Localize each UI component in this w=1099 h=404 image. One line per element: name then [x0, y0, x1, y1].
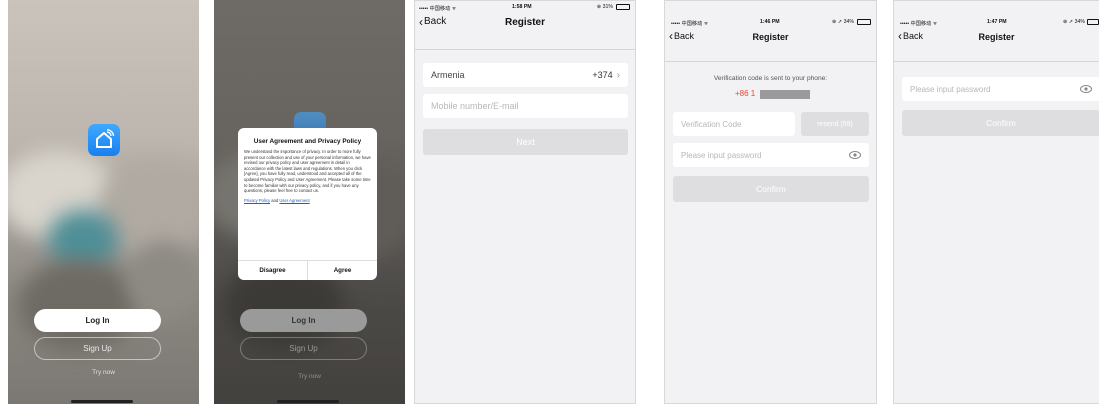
register-password-screen: ••••• 中国移动 ᯤ 1:47 PM ⊕ ➚ 34% ‹ Back Regi… [893, 0, 1099, 404]
clock-label: 1:58 PM [512, 4, 532, 10]
code-placeholder: Verification Code [681, 119, 742, 129]
clock-label: 1:46 PM [760, 19, 780, 25]
login-button: Log In [240, 309, 367, 332]
resend-button[interactable]: resend (59) [801, 112, 869, 136]
battery-icon [857, 19, 871, 25]
account-placeholder: Mobile number/E-mail [431, 101, 519, 111]
country-code: +374 [592, 70, 613, 80]
country-selector[interactable]: Armenia +374 › [423, 63, 628, 87]
status-bar: ••••• 中国移动 ᯤ 1:46 PM ⊕ ➚ 34% [665, 16, 876, 28]
next-button[interactable]: Next [423, 129, 628, 155]
chevron-right-icon: › [616, 69, 620, 81]
confirm-button[interactable]: Confirm [673, 176, 869, 202]
password-input[interactable]: Please input password [673, 143, 869, 167]
clock-label: 1:47 PM [987, 19, 1007, 25]
eye-icon[interactable] [849, 151, 861, 159]
country-name: Armenia [431, 70, 465, 80]
verification-code-input[interactable]: Verification Code [673, 112, 795, 136]
phone-prefix: +86 1 [735, 89, 756, 98]
dialog-body: We understand the importance of privacy.… [244, 149, 371, 194]
privacy-policy-link[interactable]: Privacy Policy [244, 198, 270, 203]
nav-bar: ‹ Back Register [665, 29, 876, 65]
and-text: and [271, 197, 279, 203]
user-agreement-link[interactable]: User Agreement [279, 198, 309, 203]
password-placeholder: Please input password [681, 150, 762, 160]
privacy-dialog: User Agreement and Privacy Policy We und… [238, 128, 377, 280]
battery-label: ⊕ ➚ 34% [1063, 19, 1085, 25]
signup-button[interactable]: Sign Up [34, 337, 161, 360]
register-code-screen: ••••• 中国移动 ᯤ 1:46 PM ⊕ ➚ 34% ‹ Back Regi… [664, 0, 877, 404]
battery-label: ⊕ 31% [596, 4, 613, 10]
password-input[interactable]: Please input password [902, 77, 1099, 101]
login-button[interactable]: Log In [34, 309, 161, 332]
carrier-label: ••••• 中国移动 ᯤ [900, 21, 938, 27]
carrier-label: ••••• 中国移动 ᯤ [419, 6, 457, 12]
disagree-button[interactable]: Disagree [238, 261, 308, 280]
status-bar: ••••• 中国移动 ᯤ 1:47 PM ⊕ ➚ 34% [894, 16, 1099, 28]
agree-button[interactable]: Agree [308, 261, 377, 280]
confirm-button[interactable]: Confirm [902, 110, 1099, 136]
page-title: Register [978, 32, 1015, 42]
redacted-phone [760, 90, 810, 99]
splash-screen: Log In Sign Up Try now [8, 0, 199, 404]
dialog-links: Privacy Policy and User Agreement [238, 194, 377, 203]
battery-icon [1087, 19, 1099, 25]
account-input[interactable]: Mobile number/E-mail [423, 94, 628, 118]
privacy-dialog-screen: Log In Sign Up Try now User Agreement an… [214, 0, 405, 404]
register-phone-screen: ••••• 中国移动 ᯤ 1:58 PM ⊕ 31% ‹ Back Regist… [414, 0, 636, 404]
try-now-link[interactable]: Try now [8, 369, 199, 376]
dialog-title: User Agreement and Privacy Policy [253, 138, 362, 145]
dialog-actions: Disagree Agree [238, 260, 377, 280]
app-logo-icon [88, 124, 120, 156]
page-title: Register [504, 17, 545, 28]
try-now-link: Try now [298, 373, 321, 380]
code-sent-text: Verification code is sent to your phone: [713, 75, 828, 82]
home-indicator [277, 400, 339, 403]
nav-bar: ‹ Back Register [894, 29, 1099, 65]
carrier-label: ••••• 中国移动 ᯤ [671, 21, 709, 27]
battery-icon [616, 4, 630, 10]
eye-icon[interactable] [1080, 85, 1092, 93]
battery-label: ⊕ ➚ 34% [832, 19, 854, 25]
nav-bar: ‹ Back Register [415, 13, 635, 49]
page-title: Register [752, 32, 789, 42]
status-bar: ••••• 中国移动 ᯤ 1:58 PM ⊕ 31% [415, 1, 635, 13]
signup-button: Sign Up [240, 337, 367, 360]
password-placeholder: Please input password [910, 84, 991, 94]
home-indicator [71, 400, 133, 403]
